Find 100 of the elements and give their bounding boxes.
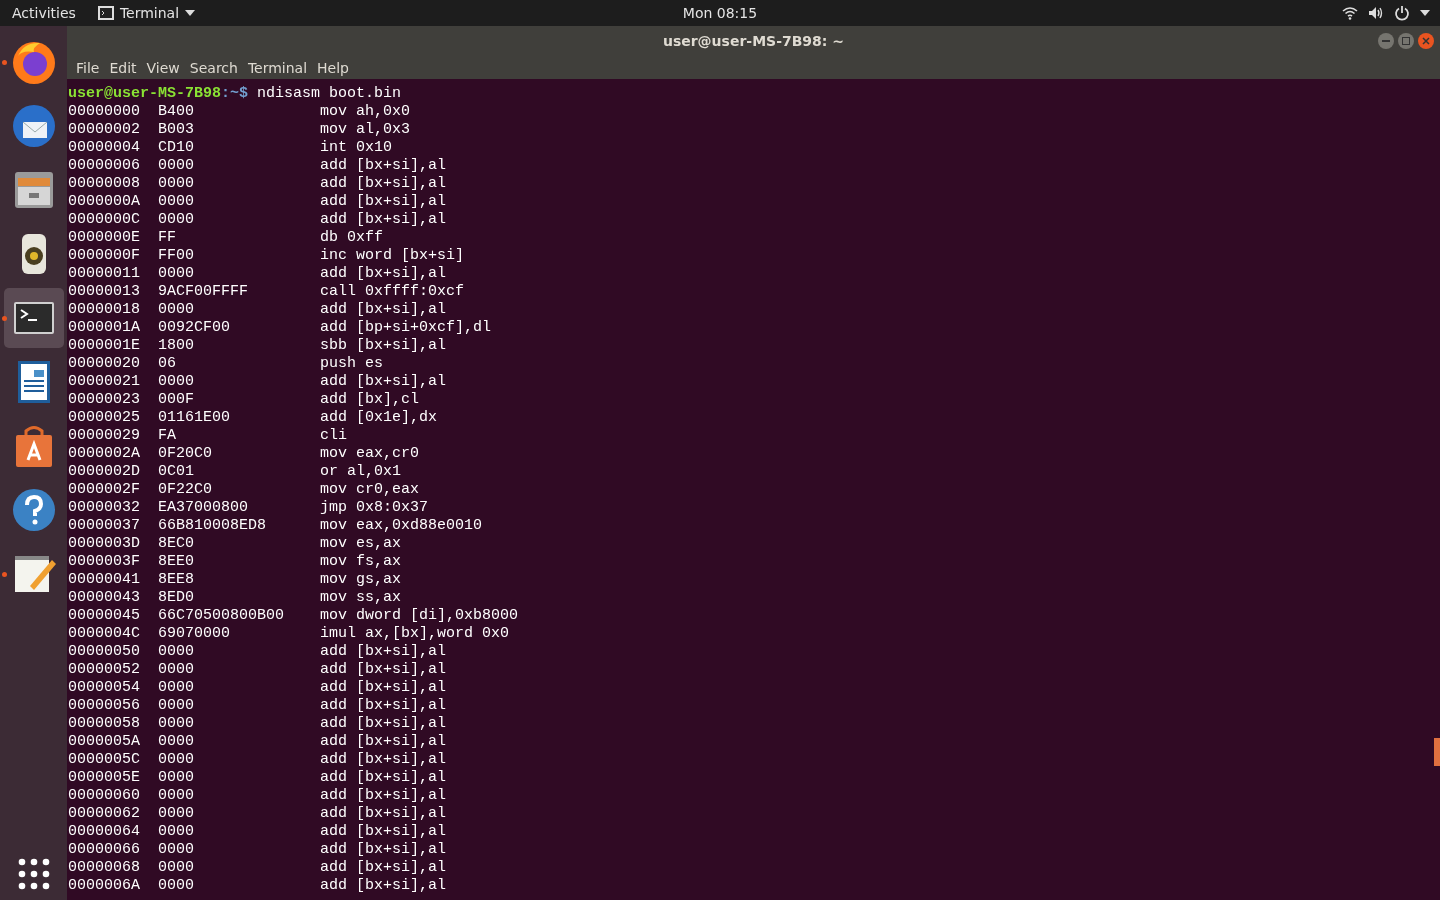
address-text: 00000020	[68, 355, 141, 373]
instruction-text: or al,0x1	[320, 463, 401, 481]
menu-item[interactable]: Edit	[104, 59, 142, 76]
instruction-text: add [bx+si],al	[320, 769, 447, 787]
instruction-text: add [0x1e],dx	[320, 409, 438, 427]
close-icon	[1422, 37, 1430, 45]
instruction-text: add [bx+si],al	[320, 643, 447, 661]
window-title: user@user-MS-7B98: ~	[662, 33, 845, 49]
address-text: 0000001E	[68, 337, 141, 355]
app-menu[interactable]: Terminal	[119, 5, 180, 21]
instruction-text: add [bx+si],al	[320, 751, 447, 769]
menu-item[interactable]: Terminal	[242, 59, 313, 76]
instruction-text: mov fs,ax	[320, 553, 401, 571]
close-button[interactable]	[1418, 33, 1434, 49]
hex-bytes-text: 0000	[158, 211, 195, 229]
hex-bytes-text: 9ACF00FFFF	[158, 283, 249, 301]
hex-bytes-text: 0000	[158, 751, 195, 769]
dock-item[interactable]	[3, 288, 64, 348]
command-text: ndisasm boot.bin	[256, 85, 402, 103]
hex-bytes-text: B400	[158, 103, 195, 121]
hex-bytes-text: 66C70500800B00	[158, 607, 286, 625]
menu-item[interactable]: View	[141, 59, 185, 76]
instruction-text: add [bx+si],al	[320, 823, 447, 841]
activities-button[interactable]: Activities	[12, 5, 76, 21]
address-text: 00000056	[68, 697, 141, 715]
address-text: 0000005C	[68, 751, 141, 769]
hex-bytes-text: 0000	[158, 841, 195, 859]
address-text: 00000008	[68, 175, 141, 193]
wifi-icon[interactable]	[1342, 6, 1358, 20]
hex-bytes-text: CD10	[158, 139, 195, 157]
instruction-text: add [bx+si],al	[320, 715, 447, 733]
instruction-text: add [bx],cl	[320, 391, 420, 409]
address-text: 00000021	[68, 373, 141, 391]
prompt-user: user@user-MS-7B98	[68, 85, 222, 103]
address-text: 0000002D	[68, 463, 141, 481]
instruction-text: add [bx+si],al	[320, 175, 447, 193]
address-text: 0000003D	[68, 535, 141, 553]
volume-icon[interactable]	[1368, 6, 1384, 20]
instruction-text: jmp 0x8:0x37	[320, 499, 429, 517]
hex-bytes-text: 8EC0	[158, 535, 195, 553]
address-text: 00000006	[68, 157, 141, 175]
instruction-text: imul ax,[bx],word 0x0	[320, 625, 510, 643]
hex-bytes-text: 0000	[158, 265, 195, 283]
hex-bytes-text: 0000	[158, 661, 195, 679]
hex-bytes-text: FA	[158, 427, 177, 445]
hex-bytes-text: 0000	[158, 373, 195, 391]
caret-icon[interactable]	[1420, 10, 1430, 16]
menu-item[interactable]: Search	[184, 59, 243, 76]
address-text: 00000050	[68, 643, 141, 661]
hex-bytes-text: 0000	[158, 877, 195, 895]
hex-bytes-text: 0000	[158, 823, 195, 841]
address-text: 00000060	[68, 787, 141, 805]
hex-bytes-text: 0000	[158, 697, 195, 715]
prompt-path: :~$	[221, 85, 249, 103]
maximize-icon	[1402, 37, 1410, 45]
instruction-text: mov al,0x3	[320, 121, 410, 139]
hex-bytes-text: 0092CF00	[158, 319, 231, 337]
instruction-text: add [bx+si],al	[320, 877, 447, 895]
hex-bytes-text: 0C01	[158, 463, 195, 481]
hex-bytes-text: 66B810008ED8	[158, 517, 268, 535]
instruction-text: call 0xffff:0xcf	[320, 283, 465, 301]
maximize-button[interactable]	[1398, 33, 1414, 49]
app-grid-icon[interactable]	[17, 858, 50, 890]
clock[interactable]: Mon 08:15	[682, 5, 758, 21]
hex-bytes-text: 8EE8	[158, 571, 195, 589]
caret-icon[interactable]	[185, 10, 196, 16]
address-text: 00000000	[68, 103, 141, 121]
instruction-text: add [bx+si],al	[320, 841, 447, 859]
address-text: 0000005E	[68, 769, 141, 787]
instruction-text: add [bx+si],al	[320, 301, 447, 319]
address-text: 00000066	[68, 841, 141, 859]
hex-bytes-text: FF	[158, 229, 177, 247]
instruction-text: inc word [bx+si]	[320, 247, 465, 265]
instruction-text: db 0xff	[320, 229, 383, 247]
scrollbar-thumb[interactable]	[1434, 738, 1440, 766]
instruction-text: add [bx+si],al	[320, 787, 447, 805]
address-text: 0000002F	[68, 481, 141, 499]
address-text: 00000032	[68, 499, 141, 517]
instruction-text: add [bx+si],al	[320, 265, 447, 283]
power-icon[interactable]	[1394, 5, 1410, 21]
instruction-text: add [bx+si],al	[320, 211, 447, 229]
instruction-text: add [bx+si],al	[320, 697, 447, 715]
instruction-text: add [bx+si],al	[320, 661, 447, 679]
address-text: 00000041	[68, 571, 141, 589]
hex-bytes-text: B003	[158, 121, 195, 139]
menu-item[interactable]: File	[71, 59, 105, 76]
menu-item[interactable]: Help	[312, 59, 354, 76]
hex-bytes-text: 8ED0	[158, 589, 195, 607]
hex-bytes-text: 0000	[158, 733, 195, 751]
hex-bytes-text: 1800	[158, 337, 195, 355]
address-text: 0000002A	[68, 445, 141, 463]
hex-bytes-text: 8EE0	[158, 553, 195, 571]
address-text: 00000054	[68, 679, 141, 697]
address-text: 00000025	[68, 409, 141, 427]
hex-bytes-text: EA37000800	[158, 499, 249, 517]
address-text: 00000068	[68, 859, 141, 877]
hex-bytes-text: 0000	[158, 769, 195, 787]
address-text: 0000000A	[68, 193, 141, 211]
instruction-text: add [bx+si],al	[320, 157, 447, 175]
minimize-button[interactable]	[1378, 33, 1394, 49]
